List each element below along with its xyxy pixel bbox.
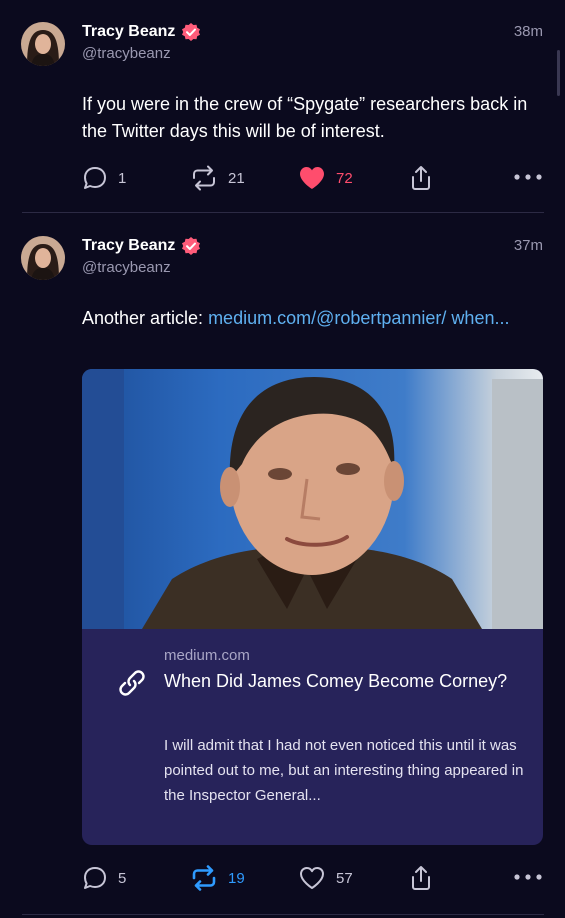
more-button[interactable] xyxy=(513,873,543,881)
link-preview-card[interactable]: medium.com When Did James Comey Become C… xyxy=(82,369,543,845)
repost-count: 21 xyxy=(228,169,245,187)
link-preview-description: I will admit that I had not even noticed… xyxy=(164,737,524,804)
repost-button[interactable]: 19 xyxy=(190,865,245,891)
avatar[interactable] xyxy=(21,22,65,66)
post-time[interactable]: 38m xyxy=(514,23,543,40)
action-bar: 1 21 72 xyxy=(0,165,565,195)
like-button[interactable]: 72 xyxy=(298,165,353,191)
like-button[interactable]: 57 xyxy=(298,865,353,891)
action-bar: 5 19 57 xyxy=(0,865,565,895)
author-handle[interactable]: @tracybeanz xyxy=(82,45,171,62)
link-icon xyxy=(119,670,145,696)
share-icon xyxy=(412,166,430,190)
author-name-text[interactable]: Tracy Beanz xyxy=(82,237,175,255)
repost-button[interactable]: 21 xyxy=(190,165,245,191)
link-preview-domain: medium.com xyxy=(164,647,250,664)
post-2[interactable]: Tracy Beanz @tracybeanz 37m Another arti… xyxy=(0,213,565,918)
repost-icon xyxy=(193,165,215,191)
repost-icon xyxy=(192,865,216,891)
like-count: 72 xyxy=(336,169,353,187)
reply-count: 1 xyxy=(118,169,127,187)
like-count: 57 xyxy=(336,869,353,887)
author-name[interactable]: Tracy Beanz xyxy=(82,235,201,257)
like-icon xyxy=(300,167,324,189)
share-icon xyxy=(412,866,430,890)
reply-button[interactable]: 5 xyxy=(82,865,126,891)
share-button[interactable] xyxy=(409,165,433,191)
author-name-text[interactable]: Tracy Beanz xyxy=(82,23,175,41)
post-text: If you were in the crew of “Spygate” res… xyxy=(82,94,528,141)
reply-count: 5 xyxy=(118,869,127,887)
reply-icon xyxy=(84,867,106,889)
share-button[interactable] xyxy=(409,865,433,891)
link-preview-title: When Did James Comey Become Corney? xyxy=(164,671,508,691)
link-preview-image[interactable] xyxy=(82,369,543,629)
post-1[interactable]: Tracy Beanz @tracybeanz 38m If you were … xyxy=(0,0,565,212)
author-handle[interactable]: @tracybeanz xyxy=(82,259,171,276)
post-text-prefix: Another article: xyxy=(82,308,209,328)
post-text: Another article: medium.com/@robertpanni… xyxy=(82,305,512,332)
verified-icon xyxy=(182,237,201,255)
post-time[interactable]: 37m xyxy=(514,237,543,254)
author-name[interactable]: Tracy Beanz xyxy=(82,21,201,43)
more-icon xyxy=(514,174,542,180)
post-divider xyxy=(22,914,544,915)
reply-button[interactable]: 1 xyxy=(82,165,126,191)
more-button[interactable] xyxy=(513,173,543,181)
repost-count: 19 xyxy=(228,869,245,887)
more-icon xyxy=(514,874,542,880)
avatar[interactable] xyxy=(21,236,65,280)
reply-icon xyxy=(84,167,106,189)
verified-icon xyxy=(182,23,201,41)
link-preview-meta[interactable]: medium.com When Did James Comey Become C… xyxy=(82,629,543,845)
post-link[interactable]: medium.com/@robertpannier/ when... xyxy=(208,308,509,328)
like-icon xyxy=(300,867,324,889)
